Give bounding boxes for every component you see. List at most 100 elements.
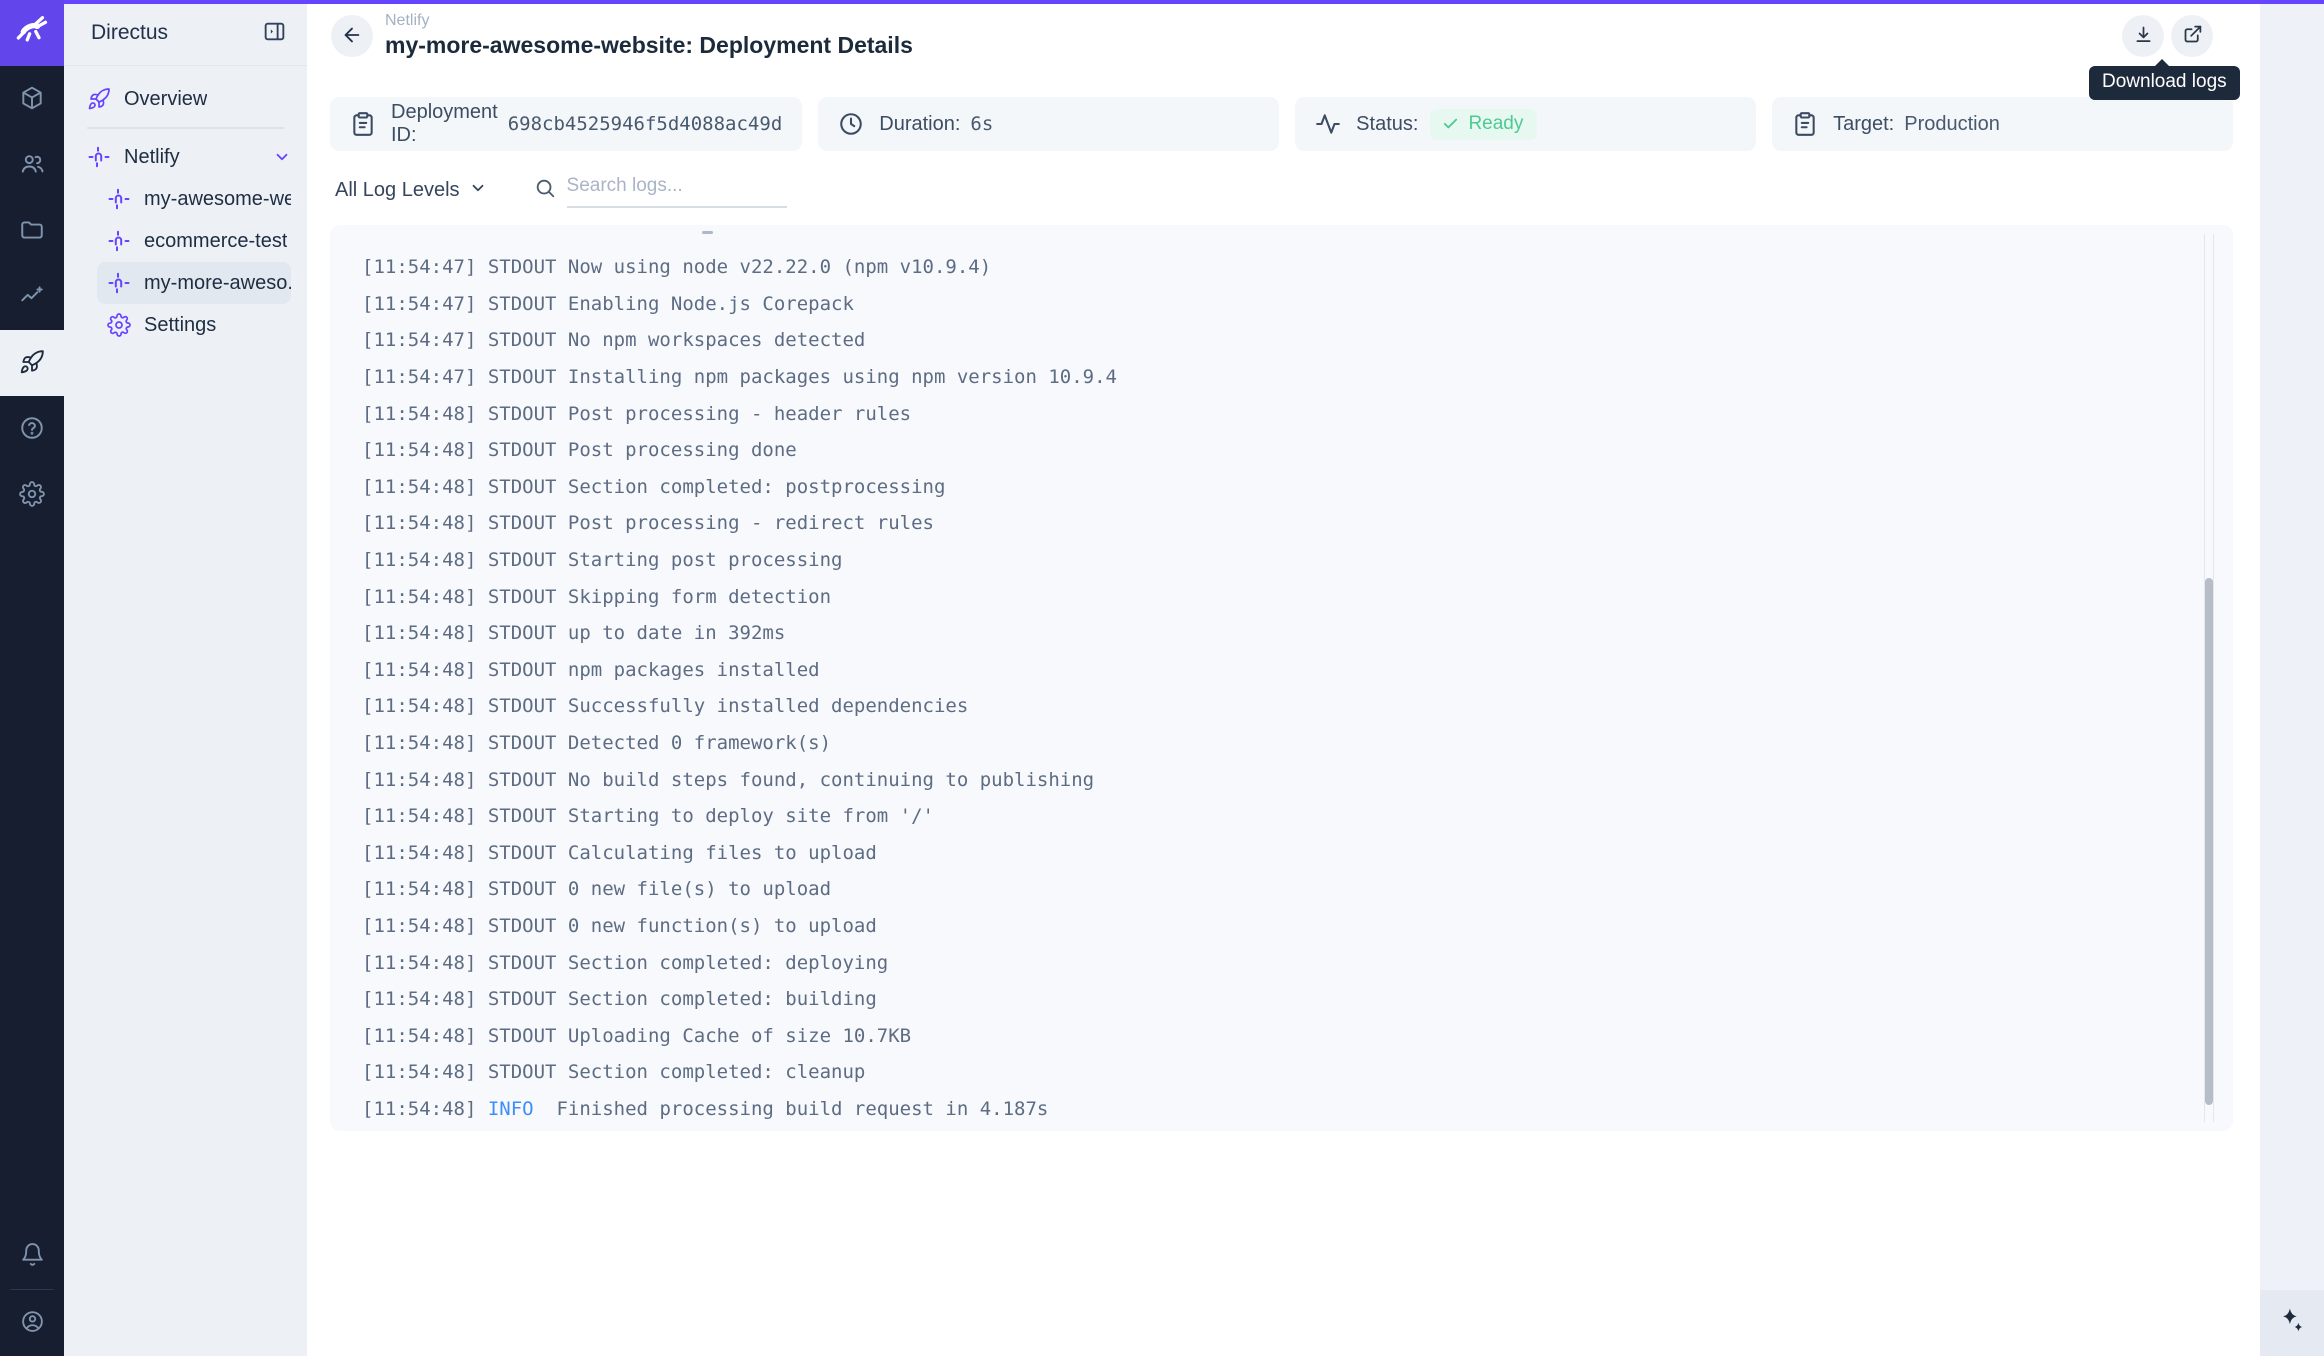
- nav-item-ecommerce-test[interactable]: ecommerce-test: [64, 220, 307, 262]
- log-line: [11:54:48] STDOUT up to date in 392ms: [362, 615, 2233, 652]
- breadcrumb: Netlify: [385, 12, 913, 30]
- back-button[interactable]: [331, 15, 373, 57]
- open-external-button[interactable]: [2171, 15, 2213, 57]
- log-output-panel[interactable]: [11:54:47] STDOUT Now using node v22.22.…: [330, 225, 2233, 1131]
- clipboard-icon: [1792, 111, 1818, 137]
- log-search: [534, 173, 787, 208]
- clipped-log-line-fragment: [702, 231, 713, 234]
- log-line: [11:54:48] STDOUT Detected 0 framework(s…: [362, 725, 2233, 762]
- log-line: [11:54:48] STDOUT Post processing - head…: [362, 395, 2233, 432]
- log-line: [11:54:48] STDOUT Post processing - redi…: [362, 505, 2233, 542]
- nav-header: Directus: [64, 0, 307, 66]
- log-line: [11:54:48] STDOUT 0 new function(s) to u…: [362, 908, 2233, 945]
- netlify-node-icon: [87, 145, 111, 169]
- log-line: [11:54:47] STDOUT Installing npm package…: [362, 359, 2233, 396]
- clipboard-icon: [350, 111, 376, 137]
- log-line: [11:54:48] STDOUT Starting post processi…: [362, 542, 2233, 579]
- log-level-dropdown[interactable]: All Log Levels: [330, 177, 487, 203]
- page-title: my-more-awesome-website: Deployment Deta…: [385, 32, 913, 59]
- module-insights-button[interactable]: [0, 264, 64, 330]
- collapse-sidebar-button[interactable]: [262, 19, 287, 47]
- card-value: 698cb4525946f5d4088ac49d: [508, 113, 783, 135]
- log-line: [11:54:48] STDOUT Section completed: dep…: [362, 944, 2233, 981]
- scrollbar-track[interactable]: [2204, 234, 2214, 1122]
- download-logs-button[interactable]: [2122, 15, 2164, 57]
- card-value: 6s: [970, 113, 993, 135]
- folder-icon: [19, 217, 45, 246]
- netlify-node-icon: [107, 271, 131, 295]
- nav-item-my-awesome-we-[interactable]: my-awesome-we...: [64, 178, 307, 220]
- header-actions: [2122, 15, 2213, 57]
- nav-sidebar: Directus Overview Netlify my-awesome-we.…: [64, 0, 307, 1356]
- nav-divider: [87, 127, 284, 129]
- log-filters: All Log Levels: [330, 170, 787, 210]
- nav-items: Overview Netlify my-awesome-we... ecomme…: [64, 66, 307, 346]
- log-line: [11:54:48] STDOUT Uploading Cache of siz…: [362, 1017, 2233, 1054]
- check-icon: [1442, 115, 1459, 132]
- log-line: [11:54:48] STDOUT npm packages installed: [362, 652, 2233, 689]
- activity-icon: [1315, 111, 1341, 137]
- info-card: Target: Production: [1772, 97, 2233, 151]
- ai-assistant-button[interactable]: [2275, 1305, 2309, 1342]
- log-line: [11:54:48] STDOUT Skipping form detectio…: [362, 578, 2233, 615]
- clock-icon: [838, 111, 864, 137]
- users-icon: [19, 151, 45, 180]
- log-line: [11:54:48] STDOUT Starting to deploy sit…: [362, 798, 2233, 835]
- module-content-button[interactable]: [0, 66, 64, 132]
- top-accent-bar: [64, 0, 2324, 4]
- insights-icon: [19, 283, 45, 312]
- title-block: Netlify my-more-awesome-website: Deploym…: [385, 12, 913, 59]
- nav-item-my-more-aweso-[interactable]: my-more-aweso...: [64, 262, 307, 304]
- search-input[interactable]: [567, 173, 787, 208]
- log-line: [11:54:48] STDOUT Section completed: cle…: [362, 1054, 2233, 1091]
- log-line: [11:54:47] STDOUT Now using node v22.22.…: [362, 249, 2233, 286]
- rocket-icon: [87, 87, 111, 111]
- download-logs-tooltip: Download logs: [2089, 66, 2240, 100]
- page-header: Netlify my-more-awesome-website: Deploym…: [307, 4, 2260, 70]
- project-title: Directus: [91, 21, 168, 45]
- gear-icon: [107, 313, 131, 337]
- info-cards: Deployment ID: 698cb4525946f5d4088ac49d …: [330, 97, 2233, 151]
- log-line: [11:54:48] STDOUT 0 new file(s) to uploa…: [362, 871, 2233, 908]
- rabbit-logo-icon: [13, 12, 51, 55]
- chevron-down-icon: [469, 177, 487, 203]
- right-sidebar-strip: [2260, 4, 2324, 1356]
- card-value: Production: [1904, 113, 2000, 136]
- netlify-node-icon: [107, 229, 131, 253]
- status-badge: Ready: [1430, 109, 1537, 140]
- log-line: [11:54:47] STDOUT No npm workspaces dete…: [362, 322, 2233, 359]
- arrow-left-icon: [341, 24, 363, 49]
- module-netlify-extension-button[interactable]: [0, 330, 64, 396]
- main-content: Netlify my-more-awesome-website: Deploym…: [307, 4, 2260, 1356]
- module-bar: [0, 0, 64, 1356]
- nav-item-settings[interactable]: Settings: [64, 304, 307, 346]
- assistant-corner-tile: [2260, 1290, 2324, 1356]
- download-icon: [2133, 24, 2154, 48]
- bell-icon: [20, 1242, 45, 1270]
- log-line: [11:54:48] STDOUT Section completed: pos…: [362, 469, 2233, 506]
- sidebar-collapse-icon: [262, 19, 287, 47]
- log-line: [11:54:47] STDOUT Enabling Node.js Corep…: [362, 286, 2233, 323]
- log-lines: [11:54:47] STDOUT Now using node v22.22.…: [330, 225, 2233, 1127]
- info-card: Duration: 6s: [818, 97, 1279, 151]
- info-card: Deployment ID: 698cb4525946f5d4088ac49d: [330, 97, 802, 151]
- directus-logo[interactable]: [0, 0, 64, 66]
- module-settings-button[interactable]: [0, 462, 64, 528]
- rocket-icon: [19, 349, 45, 378]
- module-users-button[interactable]: [0, 132, 64, 198]
- sparkles-icon: [2275, 1305, 2309, 1342]
- log-line: [11:54:48] STDOUT No build steps found, …: [362, 761, 2233, 798]
- log-line: [11:54:48] STDOUT Section completed: bui…: [362, 981, 2233, 1018]
- notifications-button[interactable]: [0, 1223, 64, 1289]
- chevron-down-icon: [273, 148, 291, 166]
- module-help-button[interactable]: [0, 396, 64, 462]
- module-files-button[interactable]: [0, 198, 64, 264]
- log-line: [11:54:48] INFO Finished processing buil…: [362, 1091, 2233, 1128]
- nav-item-netlify[interactable]: Netlify: [64, 136, 307, 178]
- nav-item-overview[interactable]: Overview: [64, 78, 307, 120]
- external-link-icon: [2182, 24, 2203, 48]
- gear-icon: [19, 481, 45, 510]
- user-menu-button[interactable]: [0, 1290, 64, 1356]
- user-circle-icon: [20, 1309, 45, 1337]
- scrollbar-thumb[interactable]: [2205, 578, 2213, 1105]
